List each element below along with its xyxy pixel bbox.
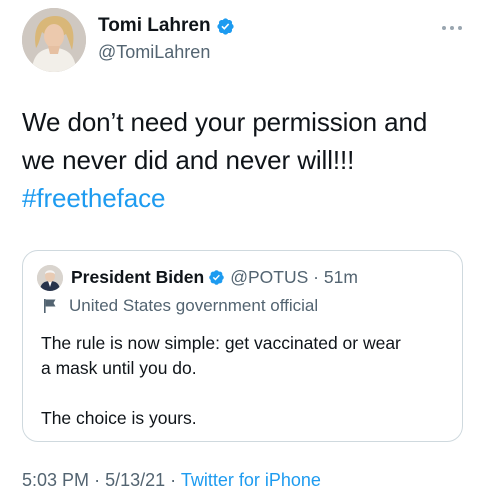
government-label: United States government official — [43, 296, 318, 316]
quoted-text-line: The rule is now simple: get vaccinated o… — [41, 333, 401, 353]
quoted-avatar-photo — [37, 265, 63, 291]
quoted-tweet-card[interactable]: President Biden @POTUS · 51m United Stat… — [22, 250, 463, 442]
author-handle[interactable]: @TomiLahren — [98, 42, 210, 63]
quoted-author-name: President Biden — [71, 267, 205, 287]
quoted-author-avatar — [37, 265, 63, 291]
author-name[interactable]: Tomi Lahren — [98, 15, 211, 37]
avatar-photo — [22, 8, 86, 72]
footer-separator: · — [94, 470, 101, 490]
quoted-text-line: The choice is yours. — [41, 408, 197, 428]
quoted-timestamp: 51m — [323, 267, 358, 287]
verified-badge-icon — [209, 270, 224, 285]
government-label-text: United States government official — [69, 296, 319, 315]
tweet-text: We don’t need your permission and we nev… — [22, 103, 472, 217]
more-options-icon[interactable] — [441, 24, 463, 32]
quoted-separator: · — [313, 267, 319, 287]
tweet-footer: 5:03 PM · 5/13/21 · Twitter for iPhone — [22, 470, 321, 491]
quoted-header: President Biden @POTUS · 51m — [71, 267, 358, 288]
verified-badge-icon — [216, 17, 234, 35]
quoted-tweet-text: The rule is now simple: get vaccinated o… — [41, 331, 456, 431]
tweet-text-line: we never did and never will!!! — [22, 145, 355, 175]
quoted-author-handle: @POTUS — [230, 267, 309, 287]
tweet-text-line: We don’t need your permission and — [22, 107, 428, 137]
tweet-source-link[interactable]: Twitter for iPhone — [181, 470, 321, 490]
footer-separator: · — [170, 470, 177, 490]
hashtag-link[interactable]: #freetheface — [22, 179, 472, 217]
quoted-text-line: a mask until you do. — [41, 358, 197, 378]
author-avatar[interactable] — [22, 8, 86, 72]
tweet: Tomi Lahren @TomiLahren We don’t need yo… — [0, 0, 485, 500]
tweet-date[interactable]: 5/13/21 — [105, 470, 165, 490]
tweet-time[interactable]: 5:03 PM — [22, 470, 89, 490]
government-flag-icon — [44, 299, 56, 313]
author-name-row[interactable]: Tomi Lahren — [98, 15, 235, 37]
